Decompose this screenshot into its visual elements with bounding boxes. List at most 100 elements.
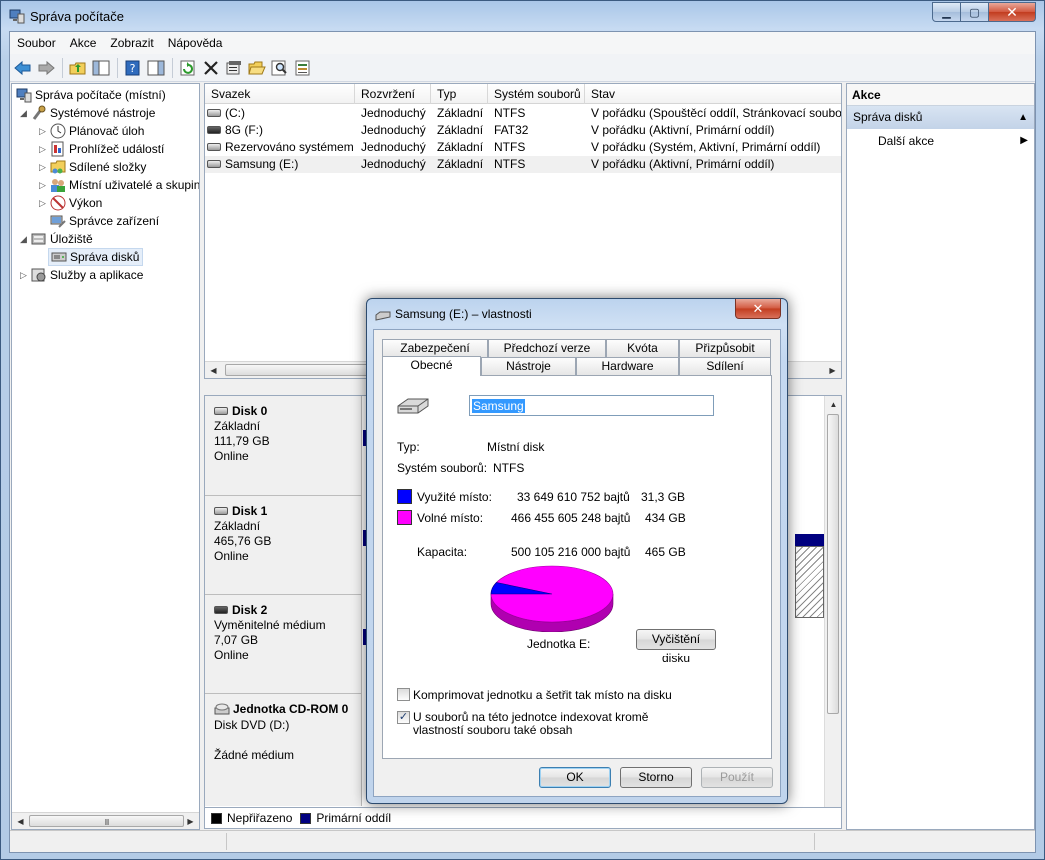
export-icon[interactable] (292, 57, 314, 79)
ok-button[interactable]: OK (539, 767, 611, 788)
volume-status: V pořádku (Spouštěcí oddíl, Stránkovací … (591, 106, 841, 120)
drive-label: Jednotka E: (527, 637, 591, 651)
usage-pie-chart (490, 565, 614, 632)
volume-fs: FAT32 (494, 123, 529, 137)
help-icon[interactable]: ? (122, 57, 144, 79)
disk-size: 111,79 GB (214, 434, 270, 448)
scroll-thumb[interactable]: III (29, 815, 184, 827)
open-folder-icon[interactable] (246, 57, 268, 79)
tree-item-task-scheduler[interactable]: ▷ Plánovač úloh (37, 122, 144, 140)
search-icon[interactable] (269, 57, 291, 79)
tab-hardware[interactable]: Hardware (576, 357, 679, 375)
disk-management-icon (51, 249, 67, 265)
tree-item-event-viewer[interactable]: ▷ Prohlížeč událostí (37, 140, 164, 158)
selected-partition-hatch[interactable] (795, 546, 824, 618)
tab-prizpusobit[interactable]: Přizpůsobit (679, 339, 771, 357)
tree-item-performance[interactable]: ▷ Výkon (37, 194, 102, 212)
tree-item-shared-folders[interactable]: ▷ Sdílené složky (37, 158, 146, 176)
apply-button[interactable]: Použít (701, 767, 773, 788)
collapse-icon[interactable]: ◢ (18, 108, 29, 119)
table-row[interactable]: Rezervováno systémem Jednoduchý Základní… (205, 139, 841, 156)
tab-obecne[interactable]: Obecné (382, 356, 481, 376)
column-svazek[interactable]: Svazek (205, 84, 355, 104)
show-hide-action-pane-icon[interactable] (145, 57, 167, 79)
column-typ[interactable]: Typ (431, 84, 488, 104)
expand-icon[interactable]: ▷ (37, 198, 48, 209)
column-stav[interactable]: Stav (585, 84, 841, 104)
compress-checkbox[interactable] (397, 688, 410, 701)
collapse-up-icon[interactable]: ▲ (1018, 106, 1028, 129)
scroll-left-icon[interactable]: ◀ (205, 362, 222, 378)
tree-services[interactable]: ▷ Služby a aplikace (18, 266, 143, 284)
disk-0-label[interactable]: Disk 0 Základní 111,79 GB Online (205, 396, 362, 496)
table-row[interactable]: (C:) Jednoduchý Základní NTFS V pořádku … (205, 105, 841, 122)
refresh-icon[interactable] (177, 57, 199, 79)
volume-name-input[interactable]: Samsung (469, 395, 714, 416)
maximize-button[interactable]: ▢ (961, 2, 989, 22)
tree-system-tools[interactable]: ◢ Systémové nástroje (18, 104, 155, 122)
table-row[interactable]: Samsung (E:) Jednoduchý Základní NTFS V … (205, 156, 841, 173)
expand-icon[interactable]: ▷ (18, 270, 29, 281)
cancel-button[interactable]: Storno (620, 767, 692, 788)
disk-cleanup-button[interactable]: Vyčištění disku (636, 629, 716, 665)
menu-soubor[interactable]: Soubor (10, 36, 63, 50)
scroll-right-icon[interactable]: ▶ (824, 362, 841, 378)
collapse-icon[interactable]: ◢ (18, 234, 29, 245)
disk-2-label[interactable]: Disk 2 Vyměnitelné médium 7,07 GB Online (205, 595, 362, 694)
actions-section-label: Správa disků (853, 110, 923, 124)
legend-primary-swatch (300, 812, 312, 824)
tab-sdileni[interactable]: Sdílení (679, 357, 771, 375)
drive-icon (214, 407, 228, 416)
close-button[interactable]: ✕ (989, 2, 1036, 22)
tree-storage[interactable]: ◢ Úložiště (18, 230, 93, 248)
disk-size: 7,07 GB (214, 633, 259, 647)
scroll-thumb[interactable] (827, 414, 839, 714)
window-controls: ▁ ▢ ✕ (932, 2, 1036, 22)
back-arrow-icon[interactable] (12, 57, 34, 79)
graph-vertical-scrollbar[interactable]: ▲ ▼ (824, 396, 841, 827)
forward-arrow-icon[interactable] (35, 57, 57, 79)
expand-icon[interactable]: ▷ (37, 144, 48, 155)
properties-icon[interactable] (223, 57, 245, 79)
volume-fs: NTFS (494, 140, 526, 154)
tree-item-label: Správce zařízení (69, 214, 160, 228)
scroll-left-icon[interactable]: ◀ (12, 813, 29, 829)
tree-horizontal-scrollbar[interactable]: ◀ III ▶ (12, 812, 199, 829)
tab-nastroje[interactable]: Nástroje (481, 357, 576, 375)
table-row[interactable]: 8G (F:) Jednoduchý Základní FAT32 V pořá… (205, 122, 841, 139)
expand-icon[interactable]: ▷ (37, 126, 48, 137)
cdrom-0-label[interactable]: Jednotka CD-ROM 0 Disk DVD (D:) Žádné mé… (205, 694, 362, 806)
dialog-close-button[interactable]: ✕ (735, 299, 781, 319)
tab-zabezpeceni[interactable]: Zabezpečení (382, 339, 488, 357)
tree-item-device-manager[interactable]: Správce zařízení (48, 212, 159, 230)
drive-icon (207, 109, 221, 118)
tree-item-local-users[interactable]: ▷ Místní uživatelé a skupiny (37, 176, 199, 194)
delete-icon[interactable] (200, 57, 222, 79)
users-icon (50, 177, 66, 193)
tree-item-disk-management[interactable]: Správa disků (48, 248, 144, 266)
actions-section-disk-management[interactable]: Správa disků ▲ (847, 106, 1034, 129)
action-more-actions[interactable]: Další akce ▶ (847, 129, 1034, 153)
disk-1-label[interactable]: Disk 1 Základní 465,76 GB Online (205, 496, 362, 595)
minimize-button[interactable]: ▁ (932, 2, 961, 22)
column-system-souboru[interactable]: Systém souborů (488, 84, 585, 104)
show-hide-tree-icon[interactable] (90, 57, 112, 79)
column-rozvrzeni[interactable]: Rozvržení (355, 84, 431, 104)
up-folder-icon[interactable] (67, 57, 89, 79)
index-checkbox[interactable]: ✓ (397, 711, 410, 724)
volume-fs: NTFS (494, 106, 526, 120)
menu-napoveda[interactable]: Nápověda (161, 36, 230, 50)
disk-state: Žádné médium (214, 748, 295, 762)
tab-predchozi-verze[interactable]: Předchozí verze (488, 339, 606, 357)
scroll-up-icon[interactable]: ▲ (825, 396, 841, 412)
tree-root[interactable]: Správa počítače (místní) (14, 86, 166, 104)
expand-icon[interactable]: ▷ (37, 180, 48, 191)
capacity-gb: 465 GB (645, 545, 686, 559)
scroll-right-icon[interactable]: ▶ (182, 813, 199, 829)
volume-list-header: Svazek Rozvržení Typ Systém souborů Stav (205, 84, 841, 104)
menu-zobrazit[interactable]: Zobrazit (103, 36, 160, 50)
volume-name: Rezervováno systémem (225, 140, 354, 154)
expand-icon[interactable]: ▷ (37, 162, 48, 173)
tab-kvota[interactable]: Kvóta (606, 339, 679, 357)
menu-akce[interactable]: Akce (63, 36, 104, 50)
